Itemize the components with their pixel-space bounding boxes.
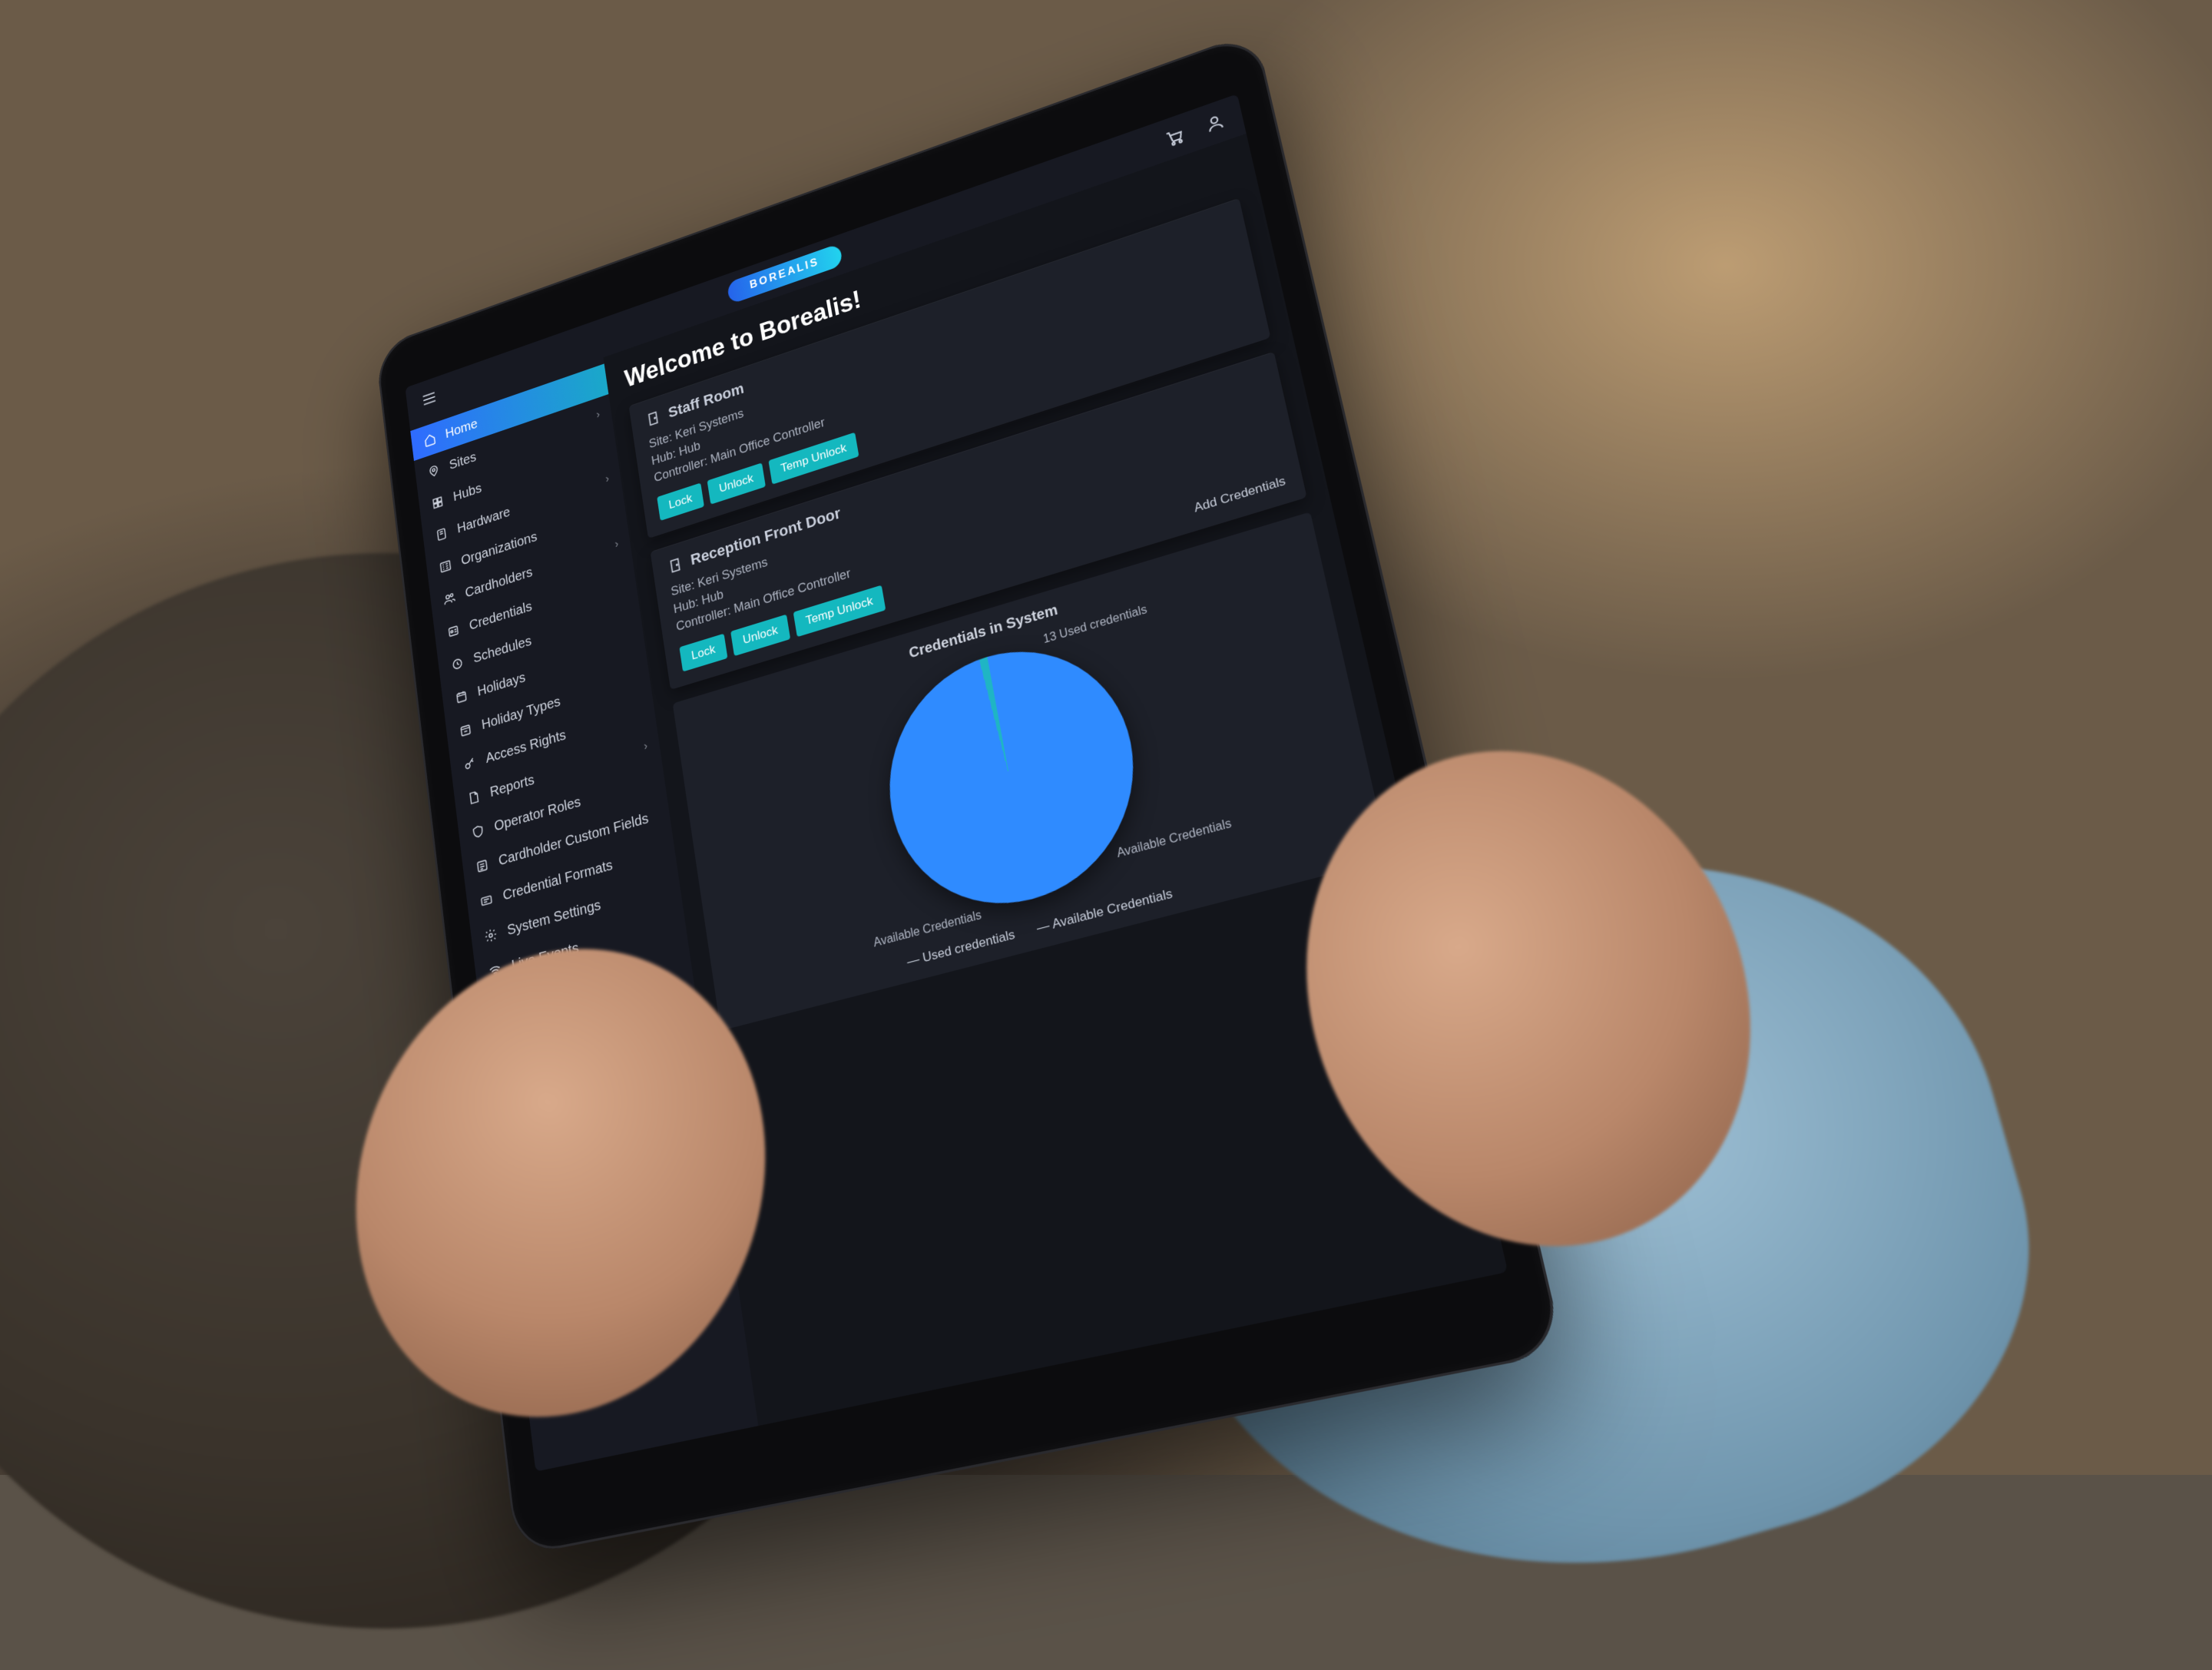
sidebar-item-label: Home [445,416,478,442]
home-icon [422,430,438,450]
chevron-right-icon: › [604,473,610,486]
sidebar-item-label: Hubs [452,481,482,505]
hub-icon [429,492,445,512]
chevron-right-icon: › [643,740,648,754]
badge-icon [445,621,462,641]
shield-icon [469,821,486,842]
unlock-button[interactable]: Unlock [730,614,790,655]
unlock-button[interactable]: Unlock [707,463,766,505]
clock-icon [449,654,466,674]
report-icon [465,787,482,808]
calendar-icon [453,687,470,707]
cart-icon[interactable] [1162,124,1188,151]
lock-button[interactable]: Lock [657,483,704,521]
hardware-icon [433,525,449,545]
callout-used: 13 Used credentials [1042,603,1148,647]
callout-available: Available Credentials [1116,817,1233,860]
format-icon [478,890,495,911]
org-icon [437,556,453,576]
chevron-right-icon: › [595,409,600,421]
site-pin-icon [426,461,442,481]
pie-graphic [872,621,1156,930]
calendar-type-icon [457,720,474,741]
sidebar-item-label: Reports [489,772,535,800]
user-icon[interactable] [1202,109,1228,137]
fields-icon [474,856,491,876]
users-icon [441,588,457,608]
gear-icon [482,925,500,946]
sidebar-item-label: Holidays [477,670,527,700]
lock-button[interactable]: Lock [679,633,727,671]
chevron-right-icon: › [614,538,620,552]
door-icon [666,555,684,576]
sidebar-item-label: Sites [449,449,477,473]
key-icon [462,754,478,774]
menu-icon[interactable] [419,386,439,411]
door-icon [644,409,662,429]
add-credentials-link[interactable]: Add Credentials [1193,473,1286,515]
